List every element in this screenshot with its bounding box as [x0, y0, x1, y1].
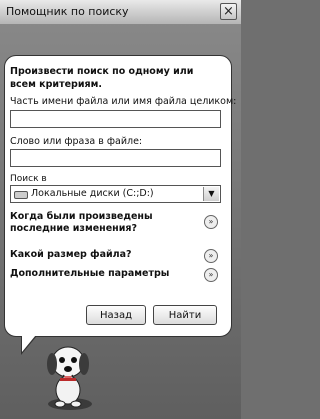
- search-button[interactable]: Найти: [153, 305, 217, 325]
- filename-label: Часть имени файла или имя файла целиком:: [10, 96, 237, 107]
- drive-icon: [14, 191, 28, 199]
- title-bar: Помощник по поиску ×: [0, 0, 241, 25]
- section-file-size[interactable]: Какой размер файла?: [10, 249, 132, 261]
- bubble-tail: [22, 330, 40, 352]
- search-dog-icon[interactable]: [40, 338, 100, 416]
- section-advanced-options[interactable]: Дополнительные параметры: [10, 268, 169, 280]
- chevron-double-down-icon[interactable]: »: [204, 215, 218, 229]
- chevron-double-down-icon[interactable]: »: [204, 268, 218, 282]
- search-prompt: Произвести поиск по одному или всем крит…: [10, 66, 194, 90]
- phrase-label: Слово или фраза в файле:: [10, 136, 143, 147]
- phrase-input[interactable]: [10, 149, 221, 167]
- back-button[interactable]: Назад: [86, 305, 146, 325]
- window-title: Помощник по поиску: [6, 5, 129, 18]
- close-button[interactable]: ×: [220, 3, 237, 20]
- filename-input[interactable]: [10, 110, 221, 128]
- section-last-modified[interactable]: Когда были произведены последние изменен…: [10, 211, 153, 235]
- chevron-down-icon[interactable]: ▼: [203, 187, 219, 201]
- search-in-value: Локальные диски (C:;D:): [31, 188, 154, 199]
- chevron-double-down-icon[interactable]: »: [204, 249, 218, 263]
- search-in-label: Поиск в: [10, 174, 47, 184]
- search-in-dropdown[interactable]: Локальные диски (C:;D:) ▼: [10, 185, 221, 203]
